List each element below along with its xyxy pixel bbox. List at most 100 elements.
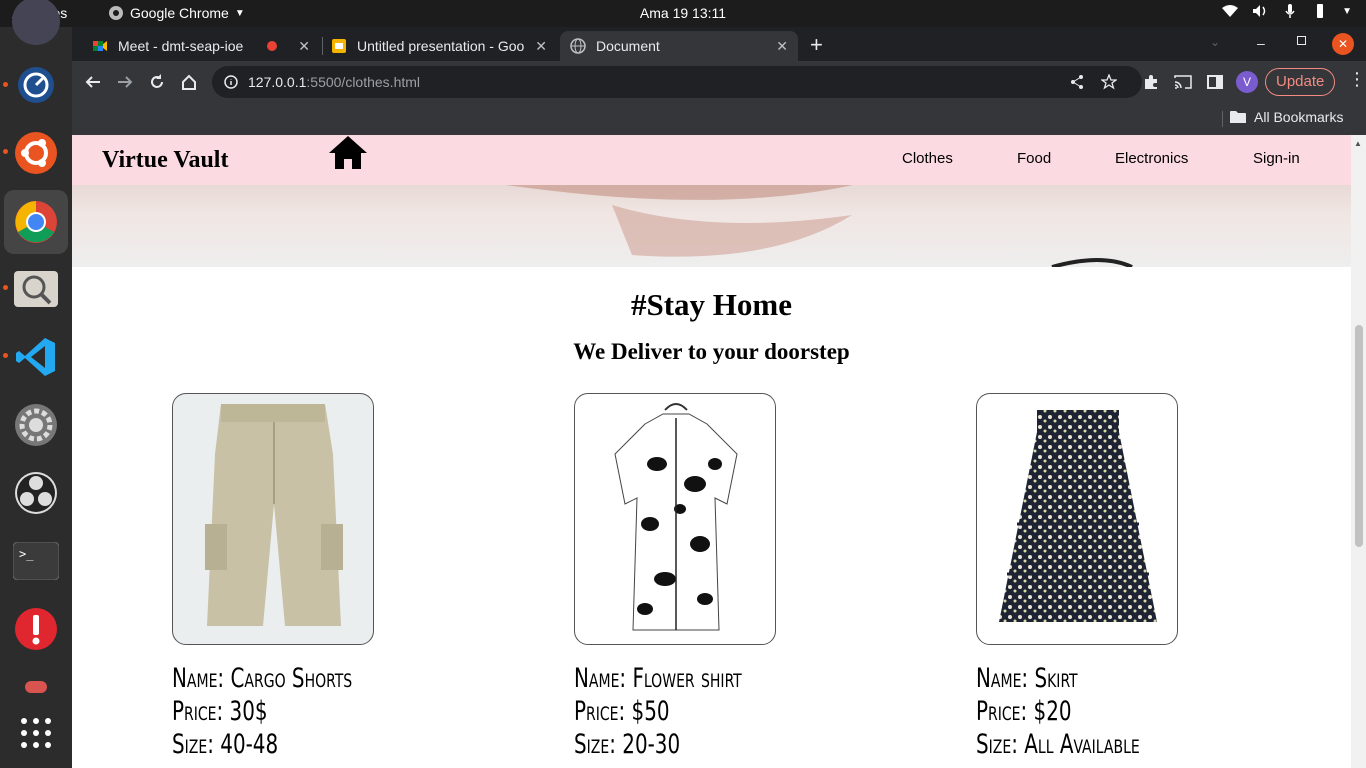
nav-link-sign-in[interactable]: Sign-in [1253,150,1300,167]
scroll-up-arrow-icon[interactable]: ▲ [1354,139,1362,148]
folder-icon [1230,111,1246,123]
nav-link-clothes[interactable]: Clothes [902,150,953,167]
close-tab-icon[interactable]: ✕ [776,38,788,55]
dock-terminal-icon[interactable]: >_ [12,537,60,585]
extensions-puzzle-icon[interactable] [1140,71,1162,93]
google-slides-icon [332,39,346,53]
dock-partial-icon[interactable] [12,673,60,701]
tab-slides[interactable]: Untitled presentation - Goo ✕ [321,31,557,61]
dock-vscode-icon[interactable] [12,333,60,381]
bookmarks-bar: All Bookmarks [72,103,1366,135]
google-meet-icon [93,41,107,51]
browser-toolbar: 127.0.0.1:5500/clothes.html V Update ⋮ [72,61,1366,103]
tab-title: Document [596,38,660,54]
bookmarks-divider [1222,111,1223,127]
profile-avatar[interactable]: V [1236,71,1258,93]
product-info-flower-shirt: Name: Flower shirt Price: $50 Size: 20-3… [574,662,742,761]
app-menu-label: Google Chrome [130,5,229,21]
tray-chevron-icon: ▼ [1342,5,1352,17]
home-icon[interactable] [328,135,368,171]
product-info-skirt: Name: Skirt Price: $20 Size: All Availab… [976,662,1140,761]
dock-obs-icon[interactable] [12,469,60,517]
dock-partial-app-icon[interactable] [12,0,60,45]
close-tab-icon[interactable]: ✕ [535,38,547,55]
site-navbar: Virtue Vault Clothes Food Electronics Si… [72,135,1351,185]
forward-arrow-icon[interactable] [114,71,136,93]
product-size: Size: 20-30 [574,729,681,760]
battery-icon [1317,4,1324,18]
nav-link-food[interactable]: Food [1017,150,1051,167]
new-tab-button[interactable]: + [810,32,823,58]
site-info-icon[interactable] [224,75,238,89]
chrome-small-icon [109,6,123,20]
floral-skirt-image [999,410,1157,622]
address-bar[interactable]: 127.0.0.1:5500/clothes.html [212,66,1142,98]
side-panel-icon[interactable] [1204,71,1226,93]
show-applications-icon[interactable] [12,709,60,757]
nav-link-electronics[interactable]: Electronics [1115,150,1188,167]
all-bookmarks-button[interactable]: All Bookmarks [1230,109,1343,125]
dock-ubuntu-software-icon[interactable] [12,129,60,177]
product-card-flower-shirt[interactable] [574,393,776,645]
running-indicator [3,353,8,358]
tab-document[interactable]: Document ✕ [560,31,798,61]
globe-icon [570,38,586,54]
kebab-menu-icon[interactable]: ⋮ [1348,69,1366,90]
update-button[interactable]: Update [1265,68,1336,96]
reload-icon[interactable] [146,71,168,93]
page-viewport: Virtue Vault Clothes Food Electronics Si… [72,135,1351,768]
system-top-bar: Activities Google Chrome ▼ Ama 19 13:11 … [0,0,1366,27]
page-subheading: We Deliver to your doorstep [573,339,850,364]
tab-title: Meet - dmt-seap-ioe [118,38,244,54]
tab-meet[interactable]: Meet - dmt-seap-ioe ✕ [82,31,320,61]
cast-icon[interactable] [1172,71,1194,93]
tab-title: Untitled presentation - Goo [357,38,525,54]
volume-icon [1253,5,1266,17]
product-price: Price: $50 [574,696,670,727]
chevron-down-icon: ▼ [234,7,245,19]
product-price: Price: $20 [976,696,1072,727]
system-tray[interactable]: ▼ [1222,4,1352,18]
flower-shirt-image [614,403,738,631]
tab-search-icon[interactable]: ⌄ [1210,35,1220,49]
recording-icon [267,41,278,51]
dock: >_ [0,0,72,768]
dock-image-viewer-icon[interactable] [12,265,60,313]
maximize-icon[interactable] [1297,36,1306,45]
share-icon[interactable] [1070,74,1084,90]
product-size: Size: All Available [976,729,1140,760]
brand-logo-text[interactable]: Virtue Vault [102,147,228,174]
tab-strip: Meet - dmt-seap-ioe ✕ Untitled presentat… [72,27,1366,61]
product-name: Name: Flower shirt [574,663,742,694]
close-tab-icon[interactable]: ✕ [298,38,310,55]
page-scrollbar[interactable]: ▲ [1351,135,1366,768]
product-info-cargo-shorts: Name: Cargo Shorts Price: 30$ Size: 40-4… [172,662,352,761]
dock-settings-icon[interactable] [12,401,60,449]
close-window-icon[interactable]: ✕ [1332,33,1354,55]
bookmark-star-icon[interactable] [1101,74,1117,90]
product-name: Name: Skirt [976,663,1078,694]
dock-timer-app-icon[interactable] [12,61,60,109]
minimize-icon[interactable]: ‒ [1257,35,1265,51]
app-menu[interactable]: Google Chrome ▼ [108,5,245,21]
product-card-skirt[interactable] [976,393,1178,645]
running-indicator [3,149,8,154]
home-icon[interactable] [178,71,200,93]
product-card-cargo-shorts[interactable] [172,393,374,645]
running-indicator [3,285,8,290]
cargo-shorts-image [205,404,343,626]
dock-update-notifier-icon[interactable] [12,605,60,653]
dock-chrome-icon[interactable] [4,190,68,254]
microphone-icon [1285,4,1295,18]
page-heading: #Stay Home [630,287,792,322]
running-indicator [3,82,8,87]
product-size: Size: 40-48 [172,729,279,760]
all-bookmarks-label: All Bookmarks [1254,109,1344,125]
svg-text:>_: >_ [19,547,34,561]
url-path: :5500/clothes.html [306,74,421,90]
back-arrow-icon[interactable] [82,71,104,93]
product-name: Name: Cargo Shorts [172,663,353,694]
wifi-icon [1222,5,1239,17]
url-host: 127.0.0.1 [248,74,307,90]
scrollbar-thumb[interactable] [1355,325,1363,547]
